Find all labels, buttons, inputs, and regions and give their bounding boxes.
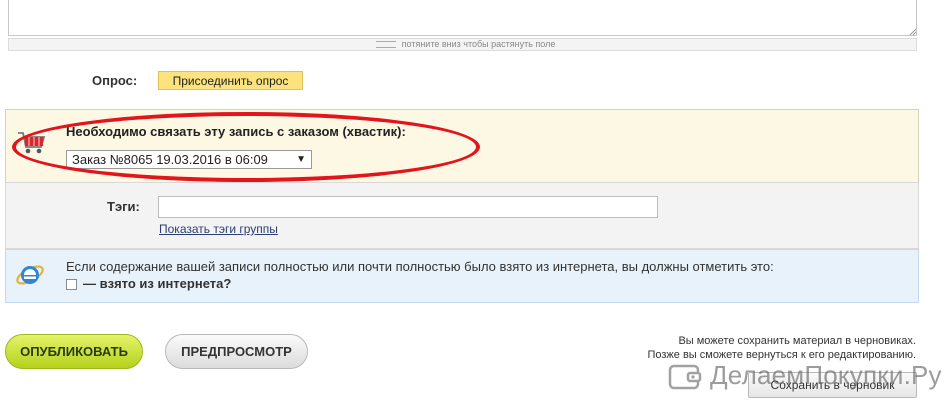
wallet-watermark-icon bbox=[668, 364, 702, 390]
internet-notice-text: Если содержание вашей записи полностью и… bbox=[66, 259, 774, 274]
show-group-tags-link[interactable]: Показать тэги группы bbox=[159, 222, 278, 236]
publish-button[interactable]: ОПУБЛИКОВАТЬ bbox=[5, 334, 143, 369]
highlight-oval bbox=[12, 112, 480, 182]
attach-poll-button[interactable]: Присоединить опрос bbox=[158, 71, 303, 90]
resize-hint-text: потяните вниз чтобы растянуть поле bbox=[401, 39, 556, 49]
taken-from-internet-checkbox[interactable] bbox=[66, 279, 77, 290]
tags-label: Тэги: bbox=[107, 199, 140, 214]
poll-label: Опрос: bbox=[92, 73, 138, 88]
textarea-resize-bar[interactable]: потяните вниз чтобы растянуть поле bbox=[8, 38, 917, 51]
internet-explorer-icon bbox=[16, 265, 44, 285]
taken-from-internet-label: — взято из интернета? bbox=[83, 276, 232, 291]
tags-input[interactable] bbox=[158, 196, 658, 218]
grip-lines-icon bbox=[375, 41, 396, 49]
draft-note-line-1: Вы можете сохранить материал в черновика… bbox=[678, 335, 916, 347]
post-body-textarea[interactable] bbox=[8, 0, 917, 36]
watermark-text: ДелаемПокупки.Ру bbox=[710, 360, 942, 390]
resize-grip-icon[interactable] bbox=[909, 28, 917, 36]
draft-note: Вы можете сохранить материал в черновика… bbox=[647, 334, 916, 362]
preview-button[interactable]: ПРЕДПРОСМОТР bbox=[165, 334, 308, 369]
